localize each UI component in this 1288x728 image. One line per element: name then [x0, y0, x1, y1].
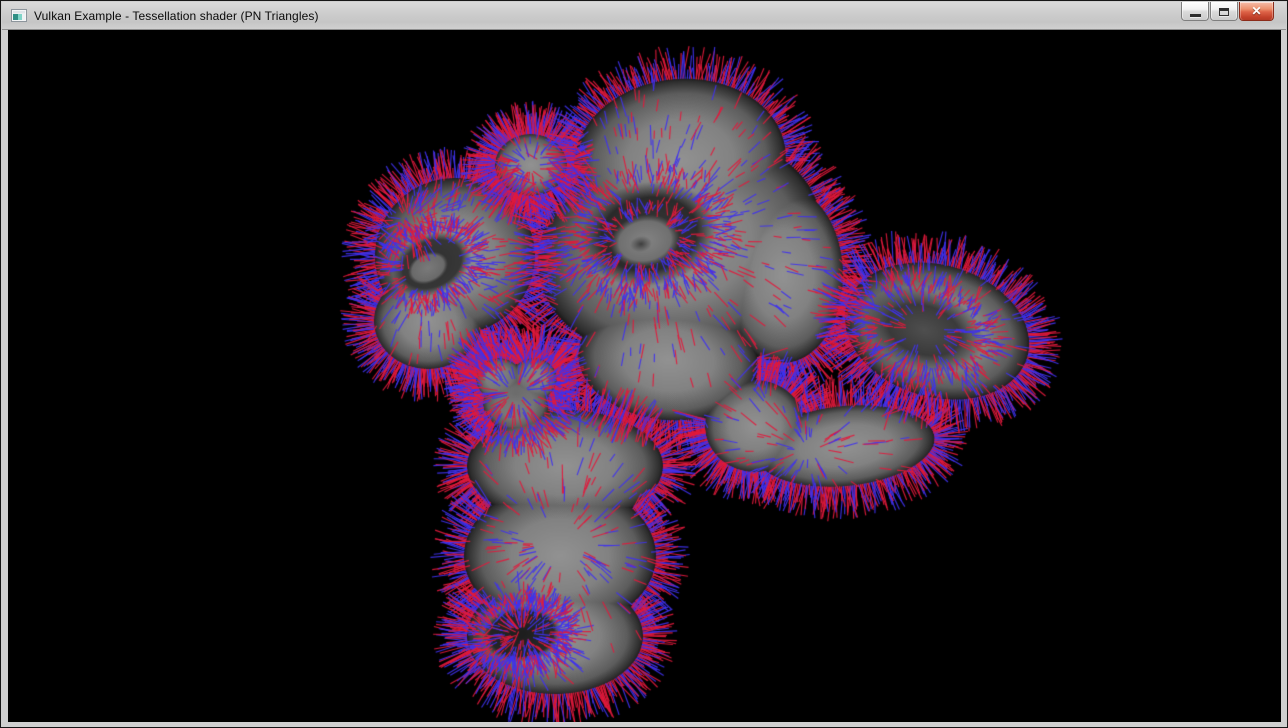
render-viewport[interactable] [8, 30, 1281, 722]
close-icon: ✕ [1251, 5, 1261, 17]
minimize-button[interactable] [1181, 2, 1209, 21]
maximize-button[interactable] [1210, 2, 1238, 21]
titlebar[interactable]: Vulkan Example - Tessellation shader (PN… [2, 2, 1286, 30]
close-button[interactable]: ✕ [1239, 2, 1274, 21]
window-title: Vulkan Example - Tessellation shader (PN… [34, 9, 319, 23]
app-icon [11, 8, 27, 24]
app-window: Vulkan Example - Tessellation shader (PN… [0, 0, 1288, 728]
render-client-area [8, 30, 1281, 722]
window-controls: ✕ [1181, 2, 1274, 21]
maximize-icon [1219, 8, 1229, 16]
minimize-icon [1190, 14, 1201, 17]
